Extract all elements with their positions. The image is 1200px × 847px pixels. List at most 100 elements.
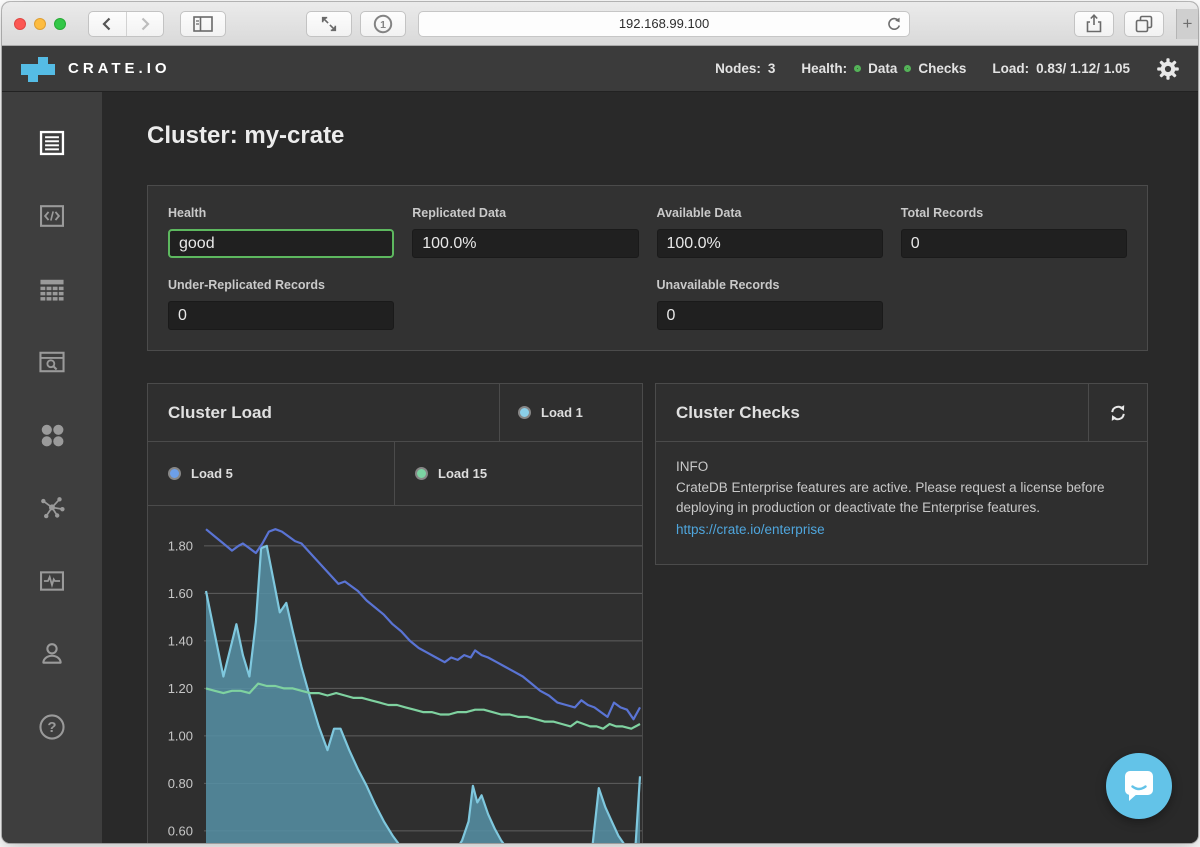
replicated-data-value: 100.0% xyxy=(412,229,638,258)
enterprise-link[interactable]: https://crate.io/enterprise xyxy=(676,520,825,541)
back-button[interactable] xyxy=(89,12,126,36)
legend-load5[interactable]: Load 5 xyxy=(148,442,395,505)
sidebar-item-console[interactable] xyxy=(2,179,102,252)
legend-load1[interactable]: Load 1 xyxy=(499,384,642,441)
share-button[interactable] xyxy=(1074,11,1114,37)
onepassword-extension-button[interactable]: 1 xyxy=(360,11,406,37)
health-field: Health good xyxy=(168,206,394,258)
history-nav-group xyxy=(88,11,164,37)
svg-text:1.40: 1.40 xyxy=(168,633,193,648)
cluster-checks-title: Cluster Checks xyxy=(656,384,1088,441)
under-replicated-label: Under-Replicated Records xyxy=(168,278,394,292)
new-tab-label: + xyxy=(1183,14,1193,34)
data-health-indicator-icon xyxy=(854,65,861,72)
load5-label: Load 5 xyxy=(191,466,233,481)
available-data-field: Available Data 100.0% xyxy=(657,206,883,258)
app-top-bar: CRATE.IO Nodes: 3 Health: Data Checks Lo… xyxy=(2,46,1198,92)
tab-overview-button[interactable] xyxy=(1124,11,1164,37)
cluster-checks-body: INFO CrateDB Enterprise features are act… xyxy=(656,442,1147,564)
support-chat-button[interactable] xyxy=(1106,753,1172,819)
total-records-value: 0 xyxy=(901,229,1127,258)
available-data-value: 100.0% xyxy=(657,229,883,258)
nodes-status: Nodes: 3 xyxy=(715,61,775,76)
unavailable-records-field: Unavailable Records 0 xyxy=(657,278,883,330)
crate-logo-icon xyxy=(20,54,56,84)
address-bar[interactable]: 192.168.99.100 xyxy=(418,11,910,37)
nodes-label: Nodes: xyxy=(715,61,761,76)
cluster-load-header: Cluster Load Load 1 xyxy=(148,384,642,442)
monitoring-icon xyxy=(37,566,67,596)
total-records-label: Total Records xyxy=(901,206,1127,220)
under-replicated-field: Under-Replicated Records 0 xyxy=(168,278,394,330)
svg-text:0.80: 0.80 xyxy=(168,776,193,791)
check-message: CrateDB Enterprise features are active. … xyxy=(676,478,1127,519)
health-status: Health: Data Checks xyxy=(801,61,966,76)
cluster-load-legend-row: Load 5 Load 15 xyxy=(148,442,642,506)
expand-extension-button[interactable] xyxy=(306,11,352,37)
legend-load15[interactable]: Load 15 xyxy=(395,442,642,505)
zoom-window-button[interactable] xyxy=(54,18,66,30)
browser-search-icon xyxy=(37,347,67,377)
svg-text:0.60: 0.60 xyxy=(168,823,193,838)
reload-icon xyxy=(886,16,902,32)
svg-text:1.60: 1.60 xyxy=(168,586,193,601)
sidebar-toggle-button[interactable] xyxy=(180,11,226,37)
load5-dot-icon xyxy=(168,467,181,480)
sidebar-item-monitoring[interactable] xyxy=(2,544,102,617)
cluster-overview-panel: Health good Replicated Data 100.0% Avail… xyxy=(147,185,1148,351)
tabs-icon xyxy=(1135,15,1153,33)
sidebar-icon xyxy=(193,16,213,32)
svg-text:1.00: 1.00 xyxy=(168,728,193,743)
svg-text:1.20: 1.20 xyxy=(168,681,193,696)
window-controls xyxy=(14,18,66,30)
share-icon xyxy=(1086,14,1102,33)
health-item-data: Data xyxy=(868,61,897,76)
check-severity: INFO xyxy=(676,457,1127,478)
cluster-checks-header: Cluster Checks xyxy=(656,384,1147,442)
refresh-icon xyxy=(1109,404,1127,422)
sidebar-nav: ? xyxy=(2,92,102,843)
svg-text:1: 1 xyxy=(380,19,386,31)
expand-icon xyxy=(320,15,338,33)
tables-icon xyxy=(37,274,67,304)
sidebar-item-cluster[interactable] xyxy=(2,471,102,544)
nodes-value: 3 xyxy=(768,61,776,76)
sidebar-item-tables[interactable] xyxy=(2,252,102,325)
health-field-value: good xyxy=(168,229,394,258)
onepassword-icon: 1 xyxy=(373,14,393,34)
unavailable-records-label: Unavailable Records xyxy=(657,278,883,292)
sidebar-item-views[interactable] xyxy=(2,325,102,398)
svg-text:1.80: 1.80 xyxy=(168,538,193,553)
checks-health-indicator-icon xyxy=(904,65,911,72)
load1-dot-icon xyxy=(518,406,531,419)
chevron-right-icon xyxy=(139,17,151,31)
browser-chrome: 1 192.168.99.100 xyxy=(2,2,1198,46)
new-tab-button[interactable]: + xyxy=(1176,9,1198,39)
sidebar-item-shards[interactable] xyxy=(2,398,102,471)
shards-icon xyxy=(37,420,67,450)
content-area: Cluster: my-crate Health good Replicated… xyxy=(102,92,1198,843)
svg-text:?: ? xyxy=(47,719,56,736)
health-label: Health: xyxy=(801,61,847,76)
brand-text: CRATE.IO xyxy=(68,60,171,77)
health-item-checks: Checks xyxy=(918,61,966,76)
under-replicated-value: 0 xyxy=(168,301,394,330)
console-icon xyxy=(37,201,67,231)
refresh-checks-button[interactable] xyxy=(1088,384,1147,441)
forward-button[interactable] xyxy=(126,12,164,36)
available-data-label: Available Data xyxy=(657,206,883,220)
cluster-load-panel: Cluster Load Load 1 Load 5 xyxy=(147,383,643,843)
close-window-button[interactable] xyxy=(14,18,26,30)
crate-brand[interactable]: CRATE.IO xyxy=(20,54,171,84)
main-area: ? Cluster: my-crate Health good Replicat… xyxy=(2,92,1198,843)
settings-button[interactable] xyxy=(1156,57,1180,81)
health-field-label: Health xyxy=(168,206,394,220)
sidebar-item-help[interactable]: ? xyxy=(2,690,102,763)
minimize-window-button[interactable] xyxy=(34,18,46,30)
page-title: Cluster: my-crate xyxy=(147,122,1148,150)
sidebar-item-overview[interactable] xyxy=(2,106,102,179)
sidebar-item-privileges[interactable] xyxy=(2,617,102,690)
total-records-field: Total Records 0 xyxy=(901,206,1127,258)
reload-button[interactable] xyxy=(886,16,902,32)
url-text: 192.168.99.100 xyxy=(619,16,709,31)
